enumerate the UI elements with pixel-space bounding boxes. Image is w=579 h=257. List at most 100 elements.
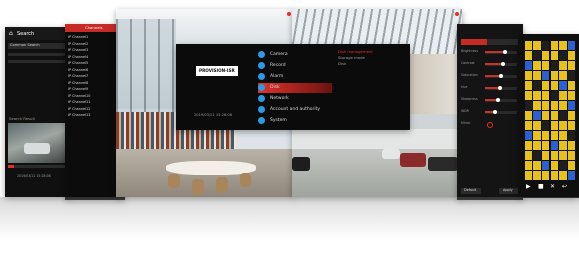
timeline-cell[interactable]	[550, 110, 559, 120]
settings-tab-active[interactable]	[461, 39, 487, 45]
timeline-cell[interactable]	[541, 170, 550, 180]
timeline-cell[interactable]	[524, 160, 533, 170]
settings-tab-bar[interactable]	[461, 39, 519, 45]
channel-list-item[interactable]: IP Channel2	[68, 42, 88, 46]
timeline-cell[interactable]	[567, 90, 576, 100]
slider-knob[interactable]	[499, 74, 503, 78]
timeline-cell[interactable]	[567, 70, 576, 80]
timeline-cell[interactable]	[541, 140, 550, 150]
timeline-cell[interactable]	[550, 120, 559, 130]
timeline-cell[interactable]	[541, 120, 550, 130]
timeline-cell[interactable]	[541, 100, 550, 110]
timeline-cell[interactable]	[559, 50, 567, 60]
timeline-cell[interactable]	[533, 140, 541, 150]
timeline-cell[interactable]	[533, 120, 541, 130]
timeline-cell[interactable]	[559, 60, 567, 70]
timeline-cell[interactable]	[567, 130, 576, 140]
timeline-cell[interactable]	[567, 160, 576, 170]
timeline-cell[interactable]	[533, 130, 541, 140]
timeline-cell[interactable]	[559, 110, 567, 120]
timeline-cell[interactable]	[533, 170, 541, 180]
timeline-cell[interactable]	[524, 140, 533, 150]
radio-option[interactable]	[487, 122, 493, 128]
menu-item-network[interactable]: Network	[258, 94, 332, 104]
timeline-cell[interactable]	[550, 130, 559, 140]
timeline-cell[interactable]	[567, 100, 576, 110]
timeline-cell[interactable]	[541, 80, 550, 90]
timeline-cell[interactable]	[559, 170, 567, 180]
timeline-cell[interactable]	[533, 60, 541, 70]
timeline-cell[interactable]	[567, 80, 576, 90]
timeline-cell[interactable]	[567, 50, 576, 60]
slider-knob[interactable]	[500, 62, 505, 66]
close-dot-icon[interactable]	[455, 12, 459, 16]
timeline-cell[interactable]	[550, 170, 559, 180]
menu-item-record[interactable]: Record	[258, 61, 332, 71]
submenu-item[interactable]: Disk management	[338, 50, 373, 54]
timeline-cell[interactable]	[533, 150, 541, 160]
timeline-cell[interactable]	[524, 100, 533, 110]
timeline-cell[interactable]	[524, 80, 533, 90]
channel-list-item[interactable]: IP Channel3	[68, 48, 88, 52]
timeline-cell[interactable]	[567, 150, 576, 160]
slider-knob[interactable]	[492, 110, 497, 114]
timeline-cell[interactable]	[524, 40, 533, 50]
timeline-cell[interactable]	[550, 80, 559, 90]
channel-list-item[interactable]: IP Channel5	[68, 61, 88, 65]
timeline-cell[interactable]	[559, 140, 567, 150]
timeline-cell[interactable]	[533, 40, 541, 50]
timeline-cell[interactable]	[567, 110, 576, 120]
channel-list-item[interactable]: IP Channel10	[68, 94, 90, 98]
timeline-cell[interactable]	[567, 120, 576, 130]
playback-progress-bar[interactable]	[8, 165, 68, 168]
image-setting-slider[interactable]	[485, 86, 517, 90]
channel-list-item[interactable]: IP Channel9	[68, 87, 88, 91]
timeline-cell[interactable]	[533, 100, 541, 110]
timeline-cell[interactable]	[559, 160, 567, 170]
timeline-cell[interactable]	[524, 120, 533, 130]
timeline-cell[interactable]	[541, 70, 550, 80]
channel-list-item[interactable]: IP Channel1	[68, 35, 88, 39]
timeline-cell[interactable]	[550, 150, 559, 160]
play-icon[interactable]: ▶	[526, 184, 531, 190]
timeline-cell[interactable]	[533, 160, 541, 170]
menu-item-system[interactable]: System	[258, 116, 332, 126]
timeline-cell[interactable]	[567, 60, 576, 70]
timeline-cell[interactable]	[524, 150, 533, 160]
search-tab-bar[interactable]: Common Search	[8, 43, 68, 49]
close-icon[interactable]: ✕	[550, 184, 555, 190]
timeline-cell[interactable]	[550, 100, 559, 110]
timeline-grid[interactable]	[524, 40, 576, 180]
timeline-cell[interactable]	[567, 140, 576, 150]
timeline-cell[interactable]	[533, 70, 541, 80]
timeline-cell[interactable]	[559, 40, 567, 50]
image-setting-slider[interactable]	[485, 110, 517, 114]
image-setting-slider[interactable]	[485, 98, 517, 102]
timeline-cell[interactable]	[541, 150, 550, 160]
timeline-cell[interactable]	[550, 60, 559, 70]
submenu-item[interactable]: Storage mode	[338, 56, 365, 60]
timeline-cell[interactable]	[524, 60, 533, 70]
search-result-thumbnail[interactable]	[8, 123, 68, 163]
timeline-cell[interactable]	[533, 50, 541, 60]
timeline-cell[interactable]	[550, 160, 559, 170]
timeline-cell[interactable]	[541, 60, 550, 70]
timeline-cell[interactable]	[550, 40, 559, 50]
timeline-cell[interactable]	[541, 110, 550, 120]
channel-list-item[interactable]: IP Channel7	[68, 74, 88, 78]
timeline-cell[interactable]	[567, 170, 576, 180]
common-search-tab[interactable]: Common Search	[10, 43, 40, 48]
timeline-cell[interactable]	[550, 90, 559, 100]
timeline-cell[interactable]	[524, 130, 533, 140]
search-filter-row[interactable]	[8, 53, 68, 56]
channel-list-item[interactable]: IP Channel6	[68, 68, 88, 72]
slider-knob[interactable]	[502, 50, 507, 54]
timeline-cell[interactable]	[533, 80, 541, 90]
slider-knob[interactable]	[498, 86, 503, 90]
image-setting-slider[interactable]	[485, 74, 517, 78]
timeline-cell[interactable]	[550, 50, 559, 60]
search-filter-row[interactable]	[8, 60, 68, 63]
image-setting-slider[interactable]	[485, 50, 517, 54]
timeline-cell[interactable]	[559, 150, 567, 160]
submenu-item[interactable]: Disk	[338, 62, 346, 66]
